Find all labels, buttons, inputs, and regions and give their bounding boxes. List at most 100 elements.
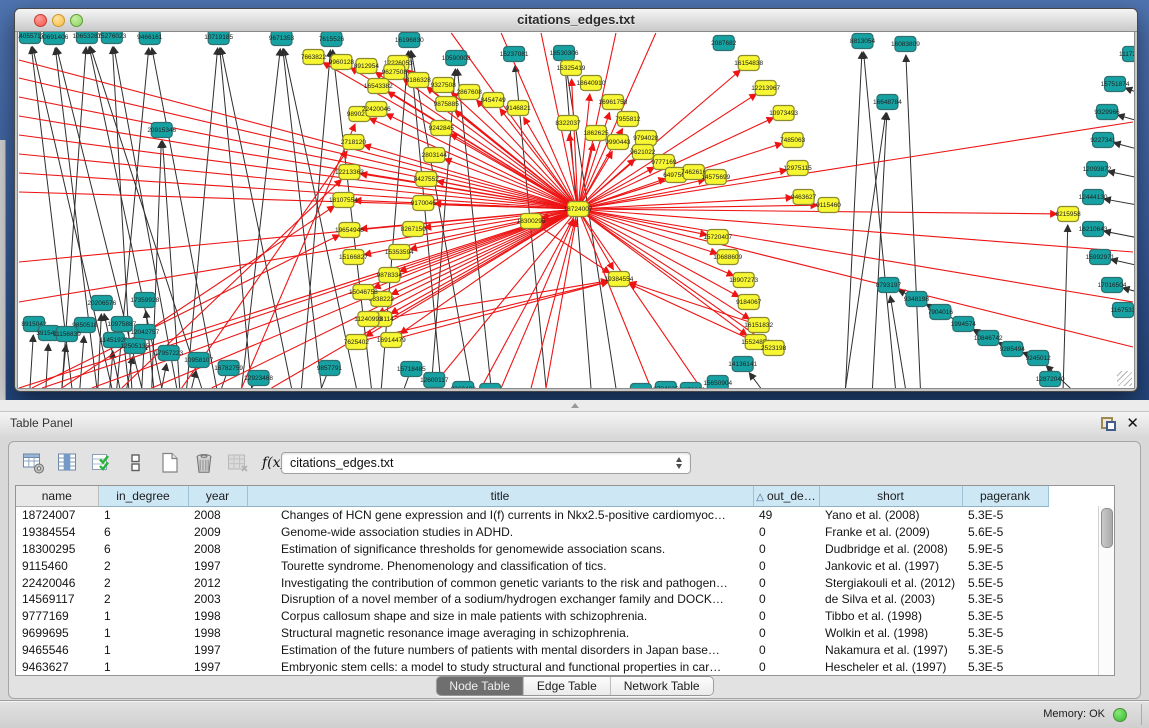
table-row[interactable]: 969969511998Structural magnetic resonanc…: [16, 625, 1099, 642]
table-cell[interactable]: 1998: [188, 608, 247, 625]
table-cell[interactable]: Jankovic et al. (1997): [819, 557, 962, 574]
table-cell[interactable]: 5.3E-5: [962, 608, 1048, 625]
table-cell[interactable]: 2008: [188, 541, 247, 558]
table-row[interactable]: 946554611997Estimation of the future num…: [16, 641, 1099, 658]
table-cell[interactable]: 5.6E-5: [962, 524, 1048, 541]
table-cell[interactable]: 6: [98, 524, 188, 541]
table-row[interactable]: 2242004622012Investigating the contribut…: [16, 574, 1099, 591]
column-header-pagerank[interactable]: pagerank: [962, 486, 1048, 507]
table-row[interactable]: 911546021997Tourette syndrome. Phenomeno…: [16, 557, 1099, 574]
table-cell[interactable]: Stergiakouli et al. (2012): [819, 574, 962, 591]
column-header-short[interactable]: short: [819, 486, 962, 507]
column-header-year[interactable]: year: [188, 486, 247, 507]
table-cell[interactable]: 1: [98, 641, 188, 658]
table-cell[interactable]: 2: [98, 574, 188, 591]
table-cell[interactable]: Tibbo et al. (1998): [819, 608, 962, 625]
table-row[interactable]: 977716911998Corpus callosum shape and si…: [16, 608, 1099, 625]
table-cell[interactable]: Franke et al. (2009): [819, 524, 962, 541]
table-settings-icon[interactable]: [21, 450, 47, 476]
close-panel-icon[interactable]: ✕: [1126, 414, 1139, 433]
table-cell[interactable]: Dudbridge et al. (2008): [819, 541, 962, 558]
table-cell[interactable]: 2003: [188, 591, 247, 608]
table-cell[interactable]: 19384554: [16, 524, 98, 541]
table-cell[interactable]: 9465546: [16, 641, 98, 658]
table-cell[interactable]: 0: [753, 641, 819, 658]
table-cell[interactable]: 5.3E-5: [962, 625, 1048, 642]
divider-handle-icon[interactable]: [571, 403, 579, 408]
table-cell[interactable]: Tourette syndrome. Phenomenology and cla…: [247, 557, 753, 574]
table-cell[interactable]: 1: [98, 608, 188, 625]
table-cell[interactable]: Disruption of a novel member of a sodium…: [247, 591, 753, 608]
column-header-out_de[interactable]: △out_de…: [753, 486, 819, 507]
table-cell[interactable]: 0: [753, 591, 819, 608]
table-cell[interactable]: 2009: [188, 524, 247, 541]
table-cell[interactable]: Estimation of the future numbers of pati…: [247, 641, 753, 658]
table-row[interactable]: 1830029562008Estimation of significance …: [16, 541, 1099, 558]
close-window-button[interactable]: [34, 14, 47, 27]
column-header-in_degree[interactable]: in_degree: [98, 486, 188, 507]
table-cell[interactable]: 1: [98, 658, 188, 675]
table-cell[interactable]: 0: [753, 608, 819, 625]
table-cell[interactable]: Yano et al. (2008): [819, 507, 962, 524]
table-cell[interactable]: 6: [98, 541, 188, 558]
table-cell[interactable]: 0: [753, 541, 819, 558]
table-row[interactable]: 1456911722003Disruption of a novel membe…: [16, 591, 1099, 608]
vertical-scrollbar[interactable]: [1098, 506, 1114, 675]
table-cell[interactable]: Embryonic stem cells: a model to study s…: [247, 658, 753, 675]
table-cell[interactable]: 0: [753, 574, 819, 591]
table-cell[interactable]: 9463627: [16, 658, 98, 675]
tab-edge-table[interactable]: Edge Table: [523, 677, 610, 695]
delete-table-icon[interactable]: [191, 450, 217, 476]
row-select-icon[interactable]: [89, 450, 115, 476]
table-cell[interactable]: 1997: [188, 658, 247, 675]
table-cell[interactable]: 2008: [188, 507, 247, 524]
table-cell[interactable]: 5.3E-5: [962, 641, 1048, 658]
float-panel-icon[interactable]: [1101, 417, 1116, 431]
table-cell[interactable]: 2012: [188, 574, 247, 591]
table-cell[interactable]: de Silva et al. (2003): [819, 591, 962, 608]
table-cell[interactable]: 1: [98, 507, 188, 524]
table-cell[interactable]: 18724007: [16, 507, 98, 524]
table-cell[interactable]: 5.5E-5: [962, 574, 1048, 591]
table-cell[interactable]: 5.3E-5: [962, 658, 1048, 675]
memory-ok-indicator[interactable]: [1113, 708, 1127, 722]
table-row[interactable]: 1872400712008Changes of HCN gene express…: [16, 507, 1099, 524]
table-cell[interactable]: 1: [98, 625, 188, 642]
table-cell[interactable]: 1997: [188, 641, 247, 658]
table-cell[interactable]: 2: [98, 591, 188, 608]
table-cell[interactable]: 0: [753, 625, 819, 642]
table-cell[interactable]: 5.3E-5: [962, 507, 1048, 524]
table-cell[interactable]: 0: [753, 658, 819, 675]
table-cell[interactable]: 5.3E-5: [962, 557, 1048, 574]
table-cell[interactable]: Corpus callosum shape and size in male p…: [247, 608, 753, 625]
table-cell[interactable]: 1997: [188, 557, 247, 574]
table-cell[interactable]: Investigating the contribution of common…: [247, 574, 753, 591]
new-table-icon[interactable]: [157, 450, 183, 476]
table-row[interactable]: 1938455462009Genome-wide association stu…: [16, 524, 1099, 541]
table-cell[interactable]: Nakamura et al. (1997): [819, 641, 962, 658]
zoom-window-button[interactable]: [70, 14, 83, 27]
panel-divider[interactable]: [0, 400, 1149, 412]
table-cell[interactable]: 1998: [188, 625, 247, 642]
table-cell[interactable]: 14569117: [16, 591, 98, 608]
table-cell[interactable]: 2: [98, 557, 188, 574]
table-cell[interactable]: 0: [753, 557, 819, 574]
table-cell[interactable]: Hescheler et al. (1997): [819, 658, 962, 675]
tab-network-table[interactable]: Network Table: [610, 677, 713, 695]
table-selector-dropdown[interactable]: citations_edges.txt: [281, 452, 691, 474]
row-height-icon[interactable]: [123, 450, 149, 476]
column-visibility-icon[interactable]: [55, 450, 81, 476]
column-header-title[interactable]: title: [247, 486, 753, 507]
table-cell[interactable]: 5.3E-5: [962, 591, 1048, 608]
table-cell[interactable]: 22420046: [16, 574, 98, 591]
minimize-window-button[interactable]: [52, 14, 65, 27]
tab-node-table[interactable]: Node Table: [436, 677, 523, 695]
table-cell[interactable]: Changes of HCN gene expression and I(f) …: [247, 507, 753, 524]
table-cell[interactable]: Genome-wide association studies in ADHD.: [247, 524, 753, 541]
table-cell[interactable]: Structural magnetic resonance image aver…: [247, 625, 753, 642]
network-window-titlebar[interactable]: citations_edges.txt: [15, 9, 1137, 32]
table-cell[interactable]: 5.9E-5: [962, 541, 1048, 558]
table-row[interactable]: 946362711997Embryonic stem cells: a mode…: [16, 658, 1099, 675]
window-resize-grip[interactable]: [1117, 371, 1132, 386]
scrollbar-thumb[interactable]: [1101, 508, 1113, 548]
